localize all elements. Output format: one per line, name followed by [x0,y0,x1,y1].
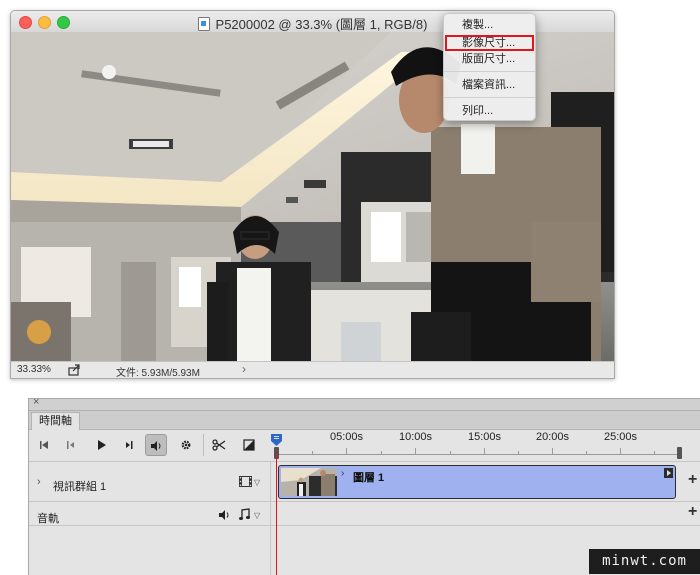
clip-name: 圖層 1 [353,472,385,484]
menu-item-image-size[interactable]: 影像尺寸... [445,35,534,51]
play-icon[interactable] [90,434,112,456]
clip-end-play-icon[interactable] [664,468,673,478]
export-icon[interactable] [68,363,81,376]
audio-dropdown-chevron-icon[interactable]: ▽ [254,511,260,520]
film-dropdown-chevron-icon[interactable]: ▽ [254,478,260,487]
ruler-label: 05:00s [330,431,364,443]
zoom-level[interactable]: 33.33% [17,364,51,375]
ruler-label: 15:00s [468,431,502,443]
ruler-label: 25:00s [604,431,638,443]
add-audio-button[interactable]: + [688,503,697,521]
go-to-first-frame-icon[interactable] [33,434,55,456]
watermark: minwt.com [589,549,700,574]
panel-tab-row: 時間軸 [29,411,700,430]
context-menu: 複製... 影像尺寸... 版面尺寸... 檔案資訊... 列印... [443,13,536,121]
tab-timeline[interactable]: 時間軸 [31,412,80,430]
layer-clip[interactable]: › 圖層 1 [278,465,676,499]
panel-title-bar[interactable]: × [29,396,700,411]
menu-item-duplicate[interactable]: 複製... [445,17,534,33]
menu-item-print[interactable]: 列印... [445,103,534,119]
video-group-label: 視訊群組 1 [53,481,107,493]
work-area-end-handle[interactable] [677,447,682,459]
playhead-handle-icon[interactable] [271,434,282,446]
psd-file-icon [197,17,210,31]
expand-group-chevron-icon[interactable]: › [37,476,41,488]
menu-separator [444,71,535,72]
menu-item-canvas-size[interactable]: 版面尺寸... [445,51,534,67]
settings-gear-icon[interactable] [175,434,197,456]
clip-thumbnail [281,468,337,496]
clip-expand-chevron-icon[interactable]: › [341,468,344,479]
playhead-line [276,451,277,575]
menu-separator [444,97,535,98]
film-strip-icon[interactable] [239,476,252,487]
track-divider [29,525,700,526]
file-size-info: 文件: 5.93M/5.93M [116,368,200,379]
ruler-baseline [277,454,681,455]
audio-icon[interactable] [145,434,167,456]
speaker-icon[interactable] [218,509,231,521]
ruler-label: 10:00s [399,431,433,443]
next-frame-icon[interactable] [118,434,140,456]
track-divider [29,501,700,502]
track-header-separator [270,461,271,575]
document-status-bar: 33.33% 文件: 5.93M/5.93M › [11,361,614,379]
previous-frame-icon[interactable] [60,434,82,456]
add-media-button[interactable]: + [688,471,697,489]
scissors-icon[interactable] [208,434,230,456]
track-divider [29,461,700,462]
document-title: P5200002 @ 33.3% (圖層 1, RGB/8) [215,17,428,32]
close-panel-icon[interactable]: × [33,396,39,408]
status-menu-chevron-icon[interactable]: › [242,362,246,376]
time-ruler[interactable]: 05:00s 10:00s 15:00s 20:00s 25:00s [272,431,700,461]
toolbar-divider [203,434,204,456]
ruler-label: 20:00s [536,431,570,443]
music-note-icon[interactable] [238,508,251,521]
transition-icon[interactable] [238,434,260,456]
audio-track-label: 音軌 [37,513,59,525]
menu-item-file-info[interactable]: 檔案資訊... [445,77,534,93]
